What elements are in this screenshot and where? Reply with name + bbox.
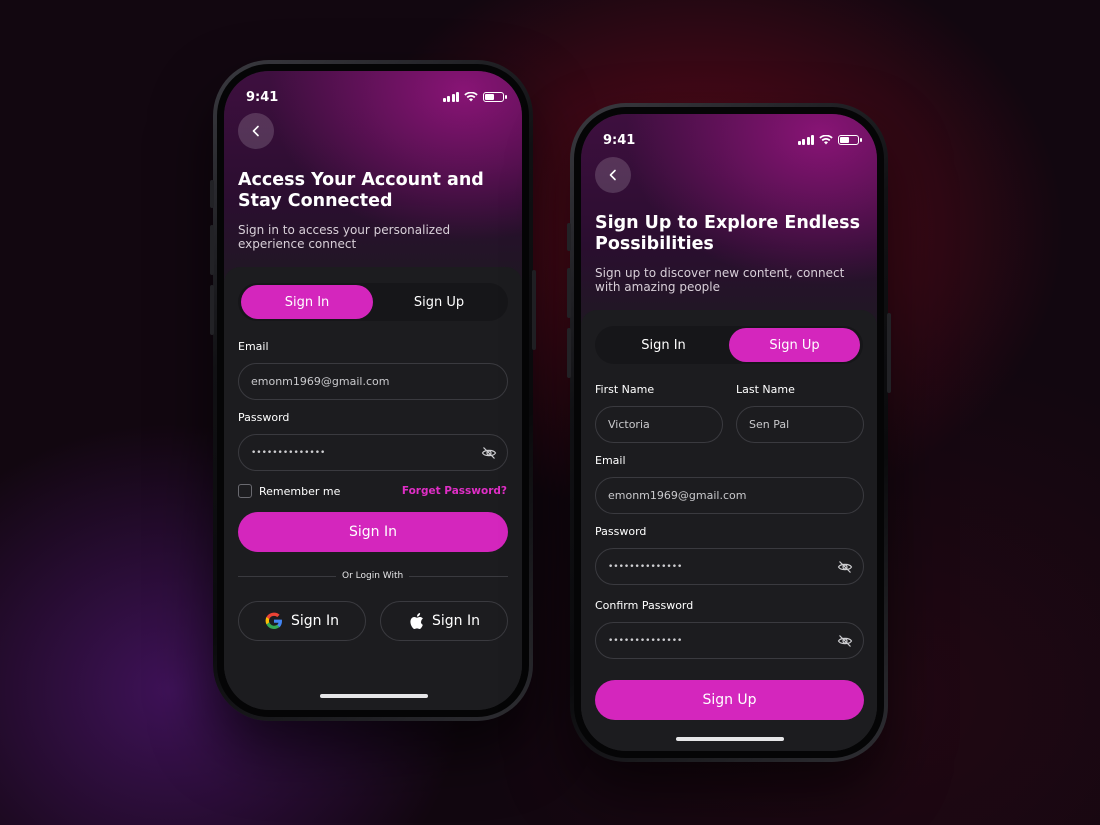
home-indicator[interactable] — [676, 737, 784, 741]
remember-label: Remember me — [259, 484, 341, 498]
google-icon — [265, 612, 282, 629]
mute-switch — [210, 180, 214, 208]
email-label: Email — [595, 454, 626, 467]
status-time: 9:41 — [246, 89, 279, 105]
volume-up-button — [567, 268, 571, 318]
back-chevron-icon — [609, 169, 616, 181]
status-bar: 9:41 — [603, 130, 862, 150]
last-name-value: Sen Pal — [749, 418, 790, 431]
phone-sign-up: 9:41 Sign Up to Explore Endless Possibil… — [567, 103, 891, 762]
email-value: emonm1969@gmail.com — [251, 375, 390, 388]
page-title: Access Your Account and Stay Connected — [238, 170, 484, 211]
power-button — [532, 270, 536, 350]
tab-sign-up[interactable]: Sign Up — [373, 285, 505, 319]
sign-up-screen: 9:41 Sign Up to Explore Endless Possibil… — [581, 114, 877, 751]
status-bar: 9:41 — [246, 87, 507, 107]
back-button[interactable] — [595, 157, 631, 193]
password-value: •••••••••••••• — [251, 447, 326, 458]
power-button — [887, 313, 891, 393]
first-name-value: Victoria — [608, 418, 650, 431]
auth-tab-toggle: Sign In Sign Up — [595, 326, 863, 364]
apple-button-label: Sign In — [432, 613, 480, 629]
back-button[interactable] — [238, 113, 274, 149]
google-sign-in-button[interactable]: Sign In — [238, 601, 366, 641]
signal-icon — [797, 135, 814, 145]
tab-sign-in[interactable]: Sign In — [241, 285, 373, 319]
signal-icon — [442, 92, 459, 102]
page-subtitle: Sign up to discover new content, connect… — [595, 266, 845, 294]
apple-icon — [410, 613, 423, 629]
eye-off-icon[interactable] — [837, 633, 853, 649]
volume-up-button — [210, 225, 214, 275]
auth-tab-toggle: Sign In Sign Up — [238, 283, 508, 321]
volume-down-button — [567, 328, 571, 378]
confirm-password-value: •••••••••••••• — [608, 635, 683, 646]
password-value: •••••••••••••• — [608, 561, 683, 572]
apple-sign-in-button[interactable]: Sign In — [380, 601, 508, 641]
eye-off-icon[interactable] — [837, 559, 853, 575]
sign-in-button[interactable]: Sign In — [238, 512, 508, 552]
remember-me[interactable]: Remember me — [238, 484, 340, 498]
sign-up-button[interactable]: Sign Up — [595, 680, 864, 720]
page-title: Sign Up to Explore Endless Possibilities — [595, 213, 861, 254]
battery-icon — [838, 135, 862, 145]
first-name-label: First Name — [595, 383, 655, 396]
volume-down-button — [210, 285, 214, 335]
status-time: 9:41 — [603, 132, 636, 148]
email-value: emonm1969@gmail.com — [608, 489, 747, 502]
eye-off-icon[interactable] — [481, 445, 497, 461]
page-subtitle: Sign in to access your personalized expe… — [238, 223, 451, 251]
forget-password-link[interactable]: Forget Password? — [402, 485, 507, 497]
remember-checkbox[interactable] — [238, 484, 252, 498]
confirm-password-field[interactable]: •••••••••••••• — [595, 622, 864, 659]
tab-sign-in[interactable]: Sign In — [598, 328, 729, 362]
password-label: Password — [595, 525, 647, 538]
wifi-icon — [464, 92, 478, 102]
email-field[interactable]: emonm1969@gmail.com — [595, 477, 864, 514]
or-login-with-text: Or Login With — [336, 571, 410, 581]
email-label: Email — [238, 340, 269, 353]
password-field[interactable]: •••••••••••••• — [238, 434, 508, 471]
sign-in-screen: 9:41 Access Your Account and Stay Connec… — [224, 71, 522, 710]
last-name-field[interactable]: Sen Pal — [736, 406, 864, 443]
last-name-label: Last Name — [736, 383, 795, 396]
home-indicator[interactable] — [320, 694, 428, 698]
password-field[interactable]: •••••••••••••• — [595, 548, 864, 585]
email-field[interactable]: emonm1969@gmail.com — [238, 363, 508, 400]
confirm-password-label: Confirm Password — [595, 599, 694, 612]
google-button-label: Sign In — [291, 613, 339, 629]
mute-switch — [567, 223, 571, 251]
back-chevron-icon — [252, 125, 259, 137]
first-name-field[interactable]: Victoria — [595, 406, 723, 443]
wifi-icon — [819, 135, 833, 145]
tab-sign-up[interactable]: Sign Up — [729, 328, 860, 362]
phone-sign-in: 9:41 Access Your Account and Stay Connec… — [210, 60, 536, 721]
password-label: Password — [238, 411, 290, 424]
battery-icon — [483, 92, 507, 102]
